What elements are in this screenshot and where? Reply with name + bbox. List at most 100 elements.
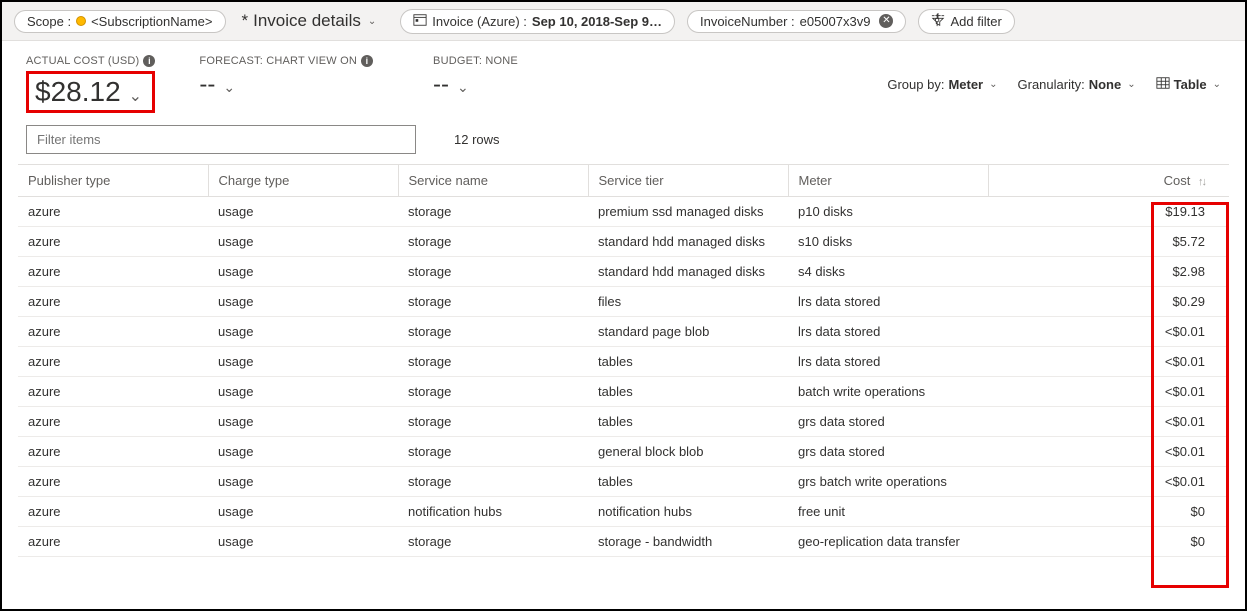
invoice-range-label: Invoice (Azure) : <box>432 14 527 29</box>
col-service[interactable]: Service name <box>398 165 588 197</box>
view-controls: Group by: Meter ⌄ Granularity: None ⌄ Ta… <box>887 76 1221 93</box>
cell-tier: tables <box>588 407 788 437</box>
groupby-label: Group by: <box>887 77 944 92</box>
budget-value[interactable]: -- ⌄ <box>433 71 518 99</box>
scope-value: <SubscriptionName> <box>91 14 212 29</box>
filter-row: 12 rows <box>2 121 1245 164</box>
cell-publisher: azure <box>18 437 208 467</box>
cell-service: storage <box>398 467 588 497</box>
chevron-down-icon: ⌄ <box>989 79 997 90</box>
cell-cost: <$0.01 <box>988 407 1229 437</box>
cell-tier: tables <box>588 347 788 377</box>
cell-charge: usage <box>208 407 398 437</box>
table-icon <box>1156 76 1170 93</box>
invoice-number-label: InvoiceNumber : <box>700 14 795 29</box>
table-row[interactable]: azureusagestoragetablesgrs batch write o… <box>18 467 1229 497</box>
cell-cost: <$0.01 <box>988 347 1229 377</box>
info-icon[interactable]: i <box>361 55 373 67</box>
budget-block: BUDGET: NONE -- ⌄ <box>433 55 518 99</box>
cell-charge: usage <box>208 347 398 377</box>
forecast-value[interactable]: -- ⌄ <box>199 71 373 99</box>
cell-service: storage <box>398 347 588 377</box>
cell-publisher: azure <box>18 227 208 257</box>
col-tier[interactable]: Service tier <box>588 165 788 197</box>
cell-tier: tables <box>588 467 788 497</box>
cell-charge: usage <box>208 467 398 497</box>
cell-publisher: azure <box>18 257 208 287</box>
calendar-icon <box>413 13 427 30</box>
title-dirty-marker: * <box>242 11 249 31</box>
cell-service: notification hubs <box>398 497 588 527</box>
col-cost[interactable]: Cost ↑↓ <box>988 165 1229 197</box>
col-meter[interactable]: Meter <box>788 165 988 197</box>
col-charge[interactable]: Charge type <box>208 165 398 197</box>
cell-service: storage <box>398 437 588 467</box>
forecast-label: FORECAST: CHART VIEW ON <box>199 55 357 67</box>
cell-service: storage <box>398 407 588 437</box>
table-row[interactable]: azureusagestoragepremium ssd managed dis… <box>18 197 1229 227</box>
col-cost-label: Cost <box>1164 173 1191 188</box>
title-text: Invoice details <box>253 11 361 31</box>
cell-meter: lrs data stored <box>788 317 988 347</box>
actual-cost-highlight: $28.12 ⌄ <box>26 71 155 113</box>
key-icon <box>76 16 86 26</box>
table-row[interactable]: azureusagestoragestandard hdd managed di… <box>18 257 1229 287</box>
cell-tier: notification hubs <box>588 497 788 527</box>
cost-table: Publisher type Charge type Service name … <box>18 164 1229 557</box>
groupby-control[interactable]: Group by: Meter ⌄ <box>887 77 997 92</box>
cell-cost: <$0.01 <box>988 317 1229 347</box>
actual-cost-value[interactable]: $28.12 ⌄ <box>35 76 142 108</box>
close-icon[interactable]: ✕ <box>879 14 893 28</box>
cell-cost: $19.13 <box>988 197 1229 227</box>
table-row[interactable]: azureusagestoragetableslrs data stored<$… <box>18 347 1229 377</box>
table-row[interactable]: azureusagestoragefileslrs data stored$0.… <box>18 287 1229 317</box>
cell-cost: $0 <box>988 497 1229 527</box>
cell-service: storage <box>398 317 588 347</box>
view-type-control[interactable]: Table ⌄ <box>1156 76 1221 93</box>
cell-tier: standard hdd managed disks <box>588 227 788 257</box>
chevron-down-icon: ⌄ <box>1213 79 1221 90</box>
cell-meter: batch write operations <box>788 377 988 407</box>
cell-cost: $5.72 <box>988 227 1229 257</box>
cell-publisher: azure <box>18 407 208 437</box>
cell-tier: files <box>588 287 788 317</box>
info-icon[interactable]: i <box>143 55 155 67</box>
add-filter-button[interactable]: Add filter <box>918 9 1014 34</box>
cell-meter: free unit <box>788 497 988 527</box>
col-publisher[interactable]: Publisher type <box>18 165 208 197</box>
add-filter-label: Add filter <box>950 14 1001 29</box>
granularity-control[interactable]: Granularity: None ⌄ <box>1018 77 1136 92</box>
cell-service: storage <box>398 527 588 557</box>
cell-publisher: azure <box>18 467 208 497</box>
cell-meter: s4 disks <box>788 257 988 287</box>
forecast-amount: -- <box>199 71 215 99</box>
cell-tier: storage - bandwidth <box>588 527 788 557</box>
budget-amount: -- <box>433 71 449 99</box>
budget-label: BUDGET: NONE <box>433 55 518 67</box>
cell-publisher: azure <box>18 197 208 227</box>
table-row[interactable]: azureusagestoragegeneral block blobgrs d… <box>18 437 1229 467</box>
invoice-range-pill[interactable]: Invoice (Azure) : Sep 10, 2018-Sep 9… <box>400 9 675 34</box>
table-row[interactable]: azureusagestoragetablesbatch write opera… <box>18 377 1229 407</box>
filter-input[interactable] <box>26 125 416 154</box>
table-row[interactable]: azureusagestoragestandard page bloblrs d… <box>18 317 1229 347</box>
table-row[interactable]: azureusagestoragestorage - bandwidthgeo-… <box>18 527 1229 557</box>
table-row[interactable]: azureusagestoragetablesgrs data stored<$… <box>18 407 1229 437</box>
cell-cost: <$0.01 <box>988 467 1229 497</box>
cell-publisher: azure <box>18 347 208 377</box>
cell-meter: lrs data stored <box>788 347 988 377</box>
invoice-number-pill[interactable]: InvoiceNumber : e05007x3v9 ✕ <box>687 10 907 33</box>
view-title[interactable]: * Invoice details ⌄ <box>238 8 389 34</box>
scope-pill[interactable]: Scope : <SubscriptionName> <box>14 10 226 33</box>
cell-meter: lrs data stored <box>788 287 988 317</box>
row-count: 12 rows <box>454 132 500 147</box>
table-row[interactable]: azureusagestoragestandard hdd managed di… <box>18 227 1229 257</box>
cell-service: storage <box>398 257 588 287</box>
cell-publisher: azure <box>18 527 208 557</box>
cell-tier: standard hdd managed disks <box>588 257 788 287</box>
cell-charge: usage <box>208 527 398 557</box>
table-row[interactable]: azureusagenotification hubsnotification … <box>18 497 1229 527</box>
cell-charge: usage <box>208 377 398 407</box>
chevron-down-icon: ⌄ <box>368 16 376 27</box>
cell-cost: <$0.01 <box>988 437 1229 467</box>
